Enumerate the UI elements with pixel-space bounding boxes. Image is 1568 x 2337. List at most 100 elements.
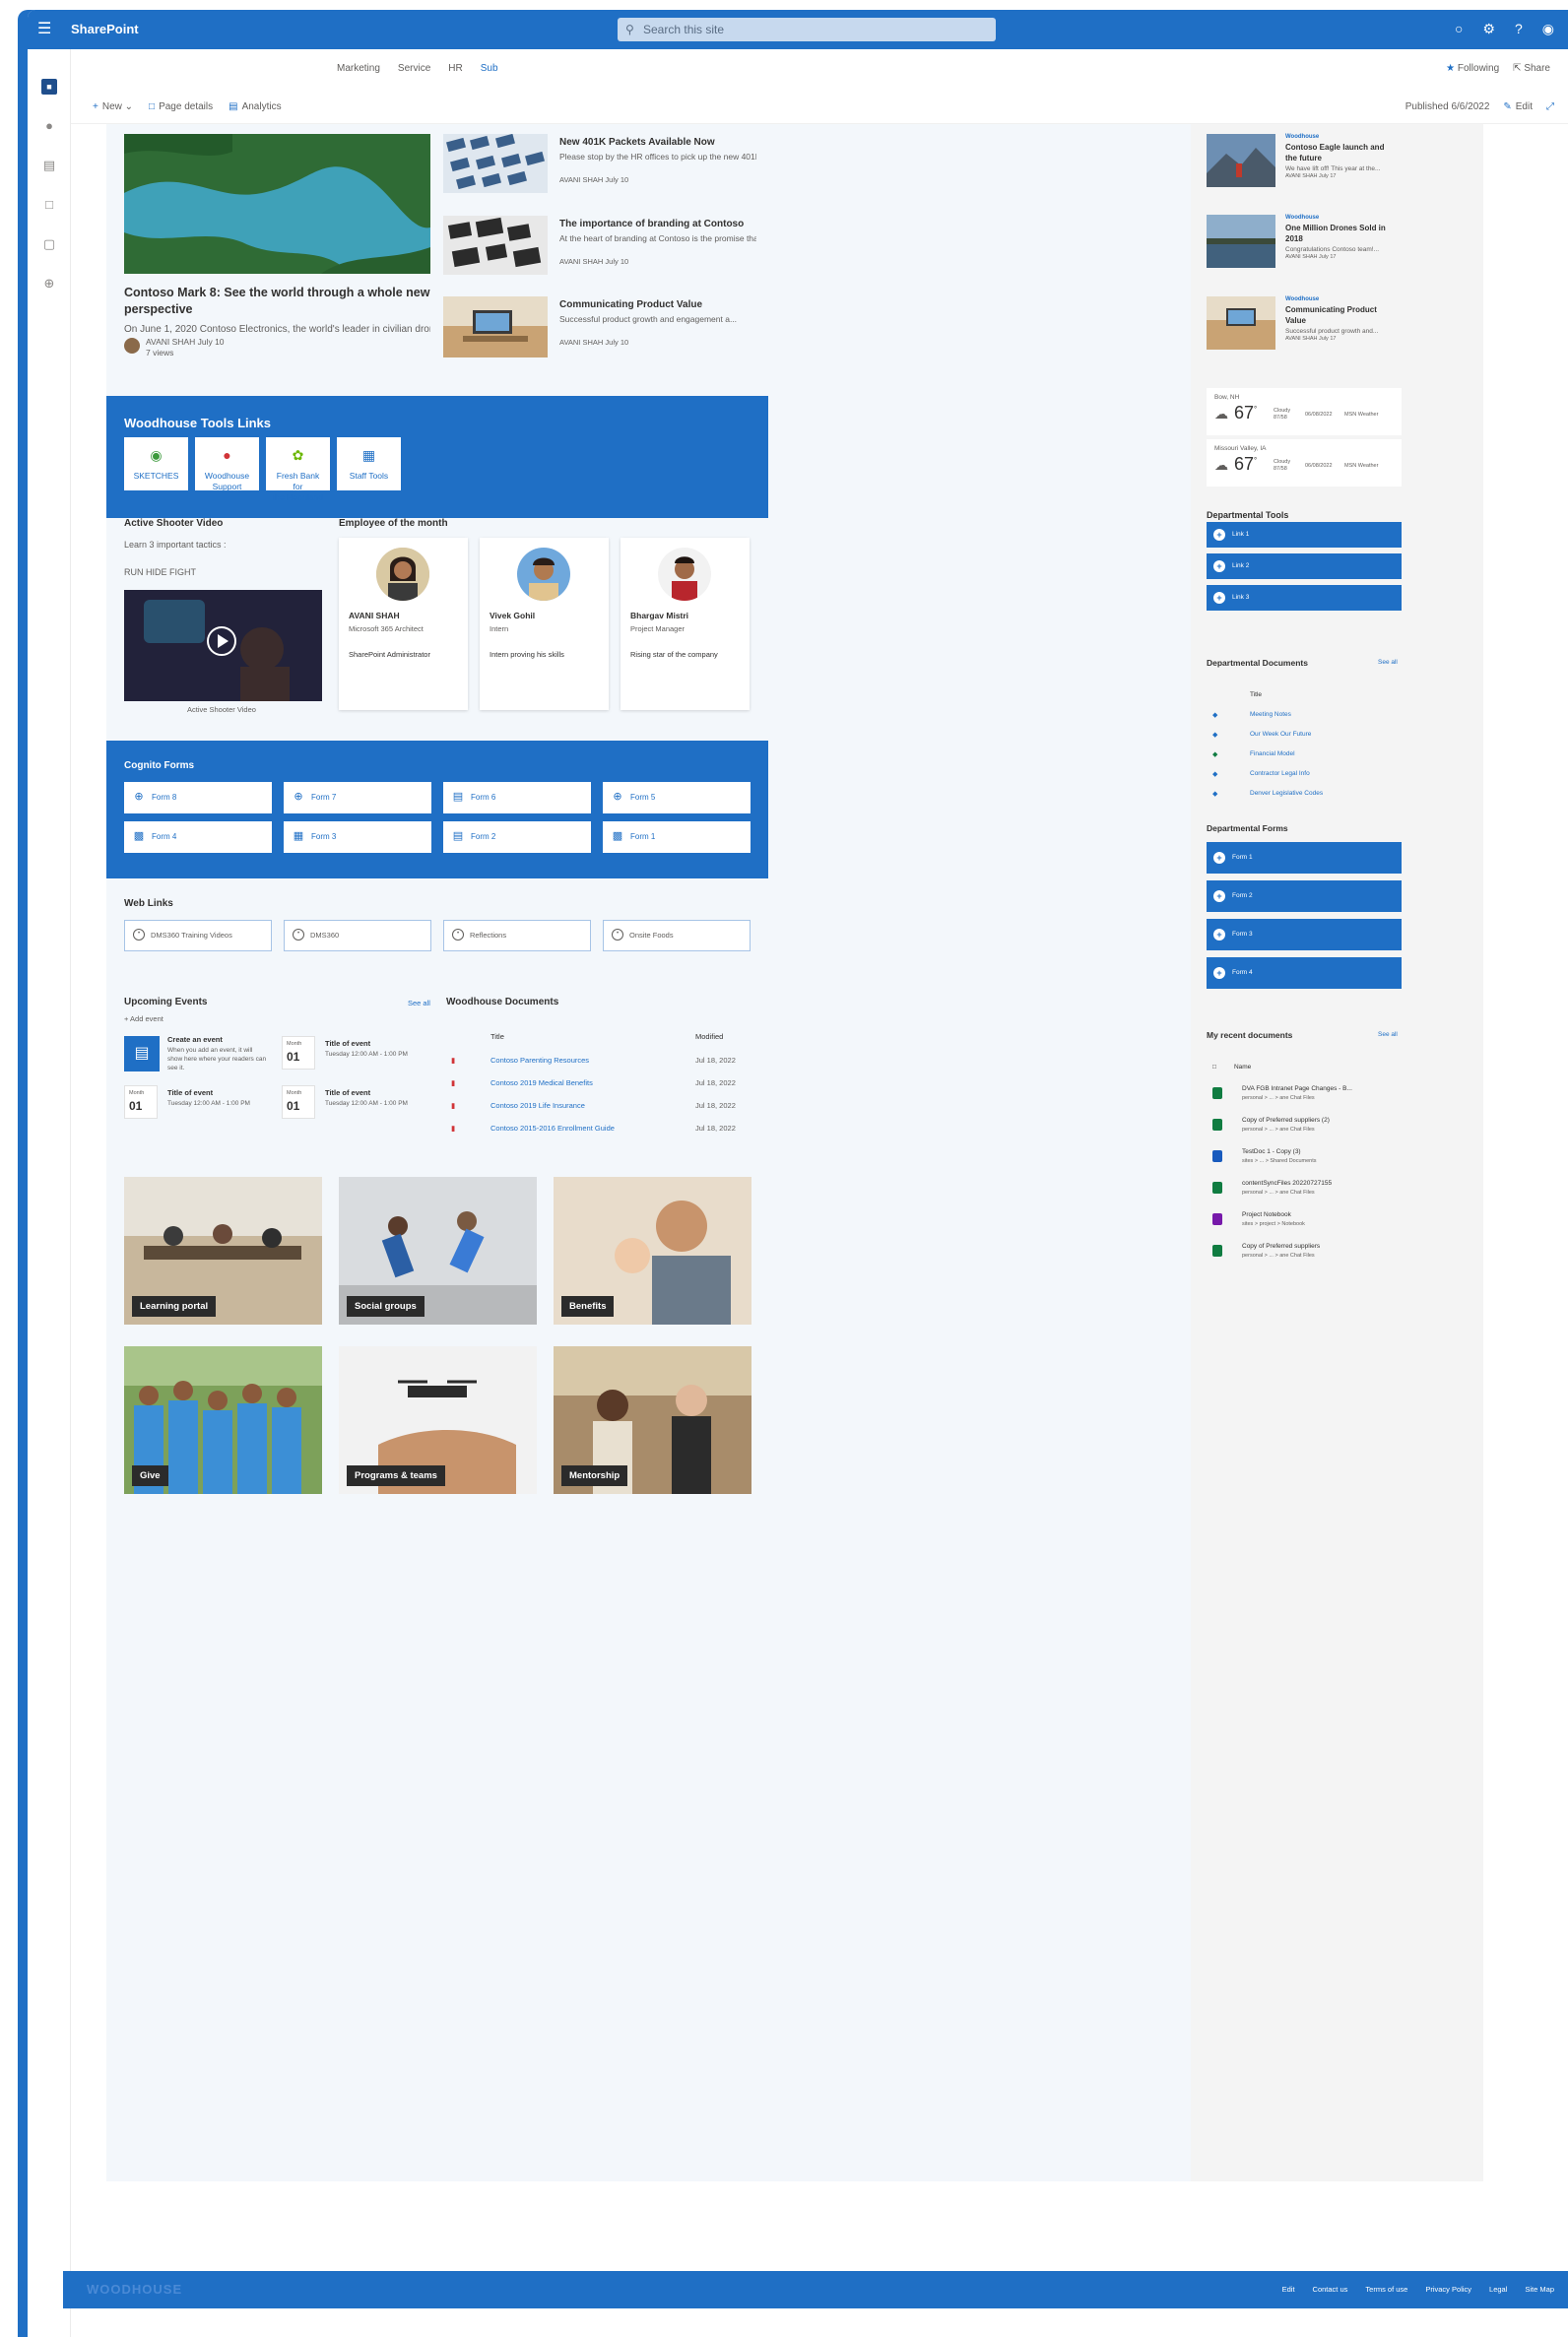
tile-learning-portal[interactable]: Learning portal bbox=[124, 1177, 322, 1325]
footer-logo[interactable]: WOODHOUSE bbox=[87, 2282, 182, 2297]
news-thumb-1[interactable] bbox=[443, 134, 548, 193]
weather-card-1[interactable]: Bow, NH ☁ 67° Cloudy 87/58 06/08/2022 MSN… bbox=[1207, 388, 1402, 435]
dept-tool-link-1[interactable]: + Link 1 bbox=[1207, 522, 1402, 548]
add-event-button[interactable]: + Add event bbox=[124, 1014, 163, 1023]
home-icon[interactable]: ■ bbox=[41, 79, 57, 95]
employee-card-2[interactable]: Vivek Gohil Intern Intern proving his sk… bbox=[480, 538, 609, 710]
employee-card-3[interactable]: Bhargav Mistri Project Manager Rising st… bbox=[621, 538, 750, 710]
file-icon[interactable]: □ bbox=[41, 197, 57, 213]
wdoc-row[interactable]: ▮ Contoso 2019 Medical Benefits Jul 18, 20… bbox=[451, 1078, 747, 1087]
dept-form-2[interactable]: + Form 2 bbox=[1207, 880, 1402, 912]
avatar[interactable]: ◉ bbox=[1542, 21, 1554, 37]
form-8-button[interactable]: ⊕ Form 8 bbox=[124, 782, 272, 813]
event-date-tile[interactable]: Month 01 bbox=[282, 1036, 315, 1070]
hero-title-line1[interactable]: Contoso Mark 8: See the world through a … bbox=[124, 285, 429, 301]
news-title-2[interactable]: The importance of branding at Contoso bbox=[559, 216, 744, 232]
wdoc-row[interactable]: ▮ Contoso 2019 Life Insurance Jul 18, 2022 bbox=[451, 1101, 747, 1110]
form-6-button[interactable]: ▤ Form 6 bbox=[443, 782, 591, 813]
shooter-video[interactable] bbox=[124, 590, 322, 701]
weblink-3[interactable]: • Reflections bbox=[443, 920, 591, 951]
recent-docs-see-all[interactable]: See all bbox=[1378, 1031, 1398, 1038]
events-see-all[interactable]: See all bbox=[408, 999, 430, 1007]
add-icon[interactable]: ⊕ bbox=[41, 276, 57, 292]
app-launcher-icon[interactable]: ☰ bbox=[37, 21, 55, 38]
dept-doc-row[interactable]: ◆ Financial Model bbox=[1212, 750, 1400, 758]
footer-link-contact[interactable]: Contact us bbox=[1313, 2285, 1348, 2294]
share-button[interactable]: ⇱ Share bbox=[1513, 63, 1550, 74]
tile-programs-teams[interactable]: Programs & teams bbox=[339, 1346, 537, 1494]
weblink-2[interactable]: • DMS360 bbox=[284, 920, 431, 951]
wdoc-row[interactable]: ▮ Contoso Parenting Resources Jul 18, 2022 bbox=[451, 1056, 747, 1065]
dept-form-1[interactable]: + Form 1 bbox=[1207, 842, 1402, 874]
dept-form-3[interactable]: + Form 3 bbox=[1207, 919, 1402, 950]
nav-link-marketing[interactable]: Marketing bbox=[337, 63, 380, 74]
globe-icon[interactable]: ● bbox=[41, 118, 57, 134]
footer-link-sitemap[interactable]: Site Map bbox=[1525, 2285, 1554, 2294]
search-box[interactable]: ⚲ Search this site bbox=[618, 18, 996, 41]
weblink-4[interactable]: • Onsite Foods bbox=[603, 920, 751, 951]
employee-card-1[interactable]: AVANI SHAH Microsoft 365 Architect Share… bbox=[339, 538, 468, 710]
tile-social-groups[interactable]: Social groups bbox=[339, 1177, 537, 1325]
page-details-button[interactable]: □ Page details bbox=[149, 101, 213, 112]
nav-link-hr[interactable]: HR bbox=[448, 63, 462, 74]
event-date-tile[interactable]: Month 01 bbox=[282, 1085, 315, 1119]
footer-link-terms[interactable]: Terms of use bbox=[1365, 2285, 1407, 2294]
tool-link-3[interactable]: ✿ Fresh Bank for the Heartland bbox=[266, 437, 330, 502]
weblink-1[interactable]: • DMS360 Training Videos bbox=[124, 920, 272, 951]
analytics-button[interactable]: ▤ Analytics bbox=[229, 101, 281, 112]
side-news-title-1b[interactable]: the future bbox=[1285, 153, 1322, 163]
tool-link-4[interactable]: ▦ Staff Tools bbox=[337, 437, 401, 490]
side-news-thumb-1[interactable] bbox=[1207, 134, 1275, 187]
dept-tool-link-3[interactable]: + Link 3 bbox=[1207, 585, 1402, 611]
tool-link-1[interactable]: ◉ SKETCHES bbox=[124, 437, 188, 490]
new-button[interactable]: + New ⌄ bbox=[93, 101, 133, 112]
form-7-button[interactable]: ⊕ Form 7 bbox=[284, 782, 431, 813]
news-title-1[interactable]: New 401K Packets Available Now bbox=[559, 134, 715, 151]
chat-bubble-icon[interactable]: ▢ bbox=[41, 236, 57, 252]
dept-tool-link-2[interactable]: + Link 2 bbox=[1207, 553, 1402, 579]
footer-link-privacy[interactable]: Privacy Policy bbox=[1425, 2285, 1471, 2294]
dept-doc-row[interactable]: ◆ Denver Legislative Codes bbox=[1212, 790, 1400, 798]
form-3-button[interactable]: ▦ Form 3 bbox=[284, 821, 431, 853]
form-4-button[interactable]: ▩ Form 4 bbox=[124, 821, 272, 853]
event-date-tile[interactable]: Month 01 bbox=[124, 1085, 158, 1119]
side-news-title-2a[interactable]: One Million Drones Sold in bbox=[1285, 223, 1386, 233]
side-news-title-3b[interactable]: Value bbox=[1285, 315, 1306, 326]
news-thumb-3[interactable] bbox=[443, 296, 548, 357]
form-5-button[interactable]: ⊕ Form 5 bbox=[603, 782, 751, 813]
side-news-title-2b[interactable]: 2018 bbox=[1285, 233, 1303, 244]
news-icon[interactable]: ▤ bbox=[41, 158, 57, 173]
dept-doc-row[interactable]: ◆ Contractor Legal Info bbox=[1212, 770, 1400, 778]
dept-doc-row[interactable]: ◆ Meeting Notes bbox=[1212, 711, 1400, 719]
side-news-thumb-2[interactable] bbox=[1207, 215, 1275, 268]
nav-link-sub[interactable]: Sub bbox=[481, 63, 498, 74]
event-title-2[interactable]: Title of event bbox=[167, 1088, 213, 1097]
tool-link-2[interactable]: ● Woodhouse Support bbox=[195, 437, 259, 491]
expand-icon[interactable]: ⤢ bbox=[1546, 101, 1554, 112]
hero-title-line2[interactable]: perspective bbox=[124, 301, 192, 318]
wdoc-row[interactable]: ▮ Contoso 2015-2016 Enrollment Guide Jul 1… bbox=[451, 1124, 747, 1133]
tile-mentorship[interactable]: Mentorship bbox=[554, 1346, 751, 1494]
form-1-button[interactable]: ▩ Form 1 bbox=[603, 821, 751, 853]
chat-icon[interactable]: ○ bbox=[1455, 21, 1463, 37]
dept-form-4[interactable]: + Form 4 bbox=[1207, 957, 1402, 989]
weather-card-2[interactable]: Missouri Valley, IA ☁ 67° Cloudy 87/58 06… bbox=[1207, 439, 1402, 487]
side-news-title-3a[interactable]: Communicating Product bbox=[1285, 304, 1377, 315]
side-news-thumb-3[interactable] bbox=[1207, 296, 1275, 350]
help-icon[interactable]: ? bbox=[1515, 21, 1523, 37]
news-title-3[interactable]: Communicating Product Value bbox=[559, 296, 702, 313]
side-news-title-1a[interactable]: Contoso Eagle launch and bbox=[1285, 142, 1384, 153]
event-title-1[interactable]: Title of event bbox=[325, 1039, 370, 1048]
dept-docs-see-all[interactable]: See all bbox=[1378, 659, 1398, 666]
form-2-button[interactable]: ▤ Form 2 bbox=[443, 821, 591, 853]
app-name[interactable]: SharePoint bbox=[71, 22, 139, 36]
following-button[interactable]: ★ Following bbox=[1446, 63, 1499, 74]
edit-button[interactable]: ✎ Edit bbox=[1503, 101, 1533, 112]
footer-link-edit[interactable]: Edit bbox=[1282, 2285, 1295, 2294]
tile-give[interactable]: Give bbox=[124, 1346, 322, 1494]
create-event-tile[interactable]: ▤ bbox=[124, 1036, 160, 1071]
create-event-title[interactable]: Create an event bbox=[167, 1035, 223, 1044]
footer-link-legal[interactable]: Legal bbox=[1489, 2285, 1507, 2294]
hero-image[interactable] bbox=[124, 134, 430, 274]
event-title-3[interactable]: Title of event bbox=[325, 1088, 370, 1097]
